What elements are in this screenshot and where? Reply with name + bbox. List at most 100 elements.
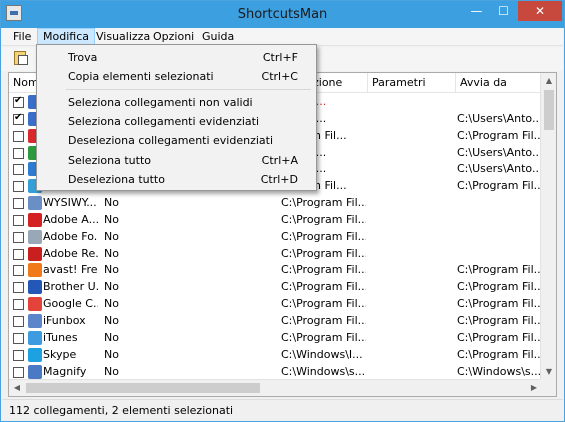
- row-checkbox[interactable]: [13, 147, 24, 159]
- adobe-icon: [28, 212, 42, 227]
- row-checkbox[interactable]: [13, 248, 24, 260]
- name-cell: iTunes: [43, 330, 78, 344]
- menu-item-label: Copia elementi selezionati: [68, 70, 214, 83]
- skype-icon: [28, 347, 42, 362]
- table-row[interactable]: iFunbox No C:\Program Fil... C:\Program Fil…: [9, 313, 542, 330]
- non-valido-cell: No: [104, 347, 119, 361]
- menu-item-copia[interactable]: Copia elementi selezionati Ctrl+C: [39, 68, 314, 86]
- parametri-cell: [367, 262, 452, 279]
- menu-item-trova[interactable]: Trova Ctrl+F: [39, 49, 314, 67]
- row-checkbox[interactable]: [13, 164, 24, 176]
- name-cell: Magnify: [43, 364, 87, 378]
- avvia-da-cell: C:\Program Fil...: [457, 347, 542, 361]
- posizione-cell: C:\Windows\s...: [281, 364, 366, 378]
- name-cell: Brother U...: [43, 280, 98, 294]
- table-row[interactable]: Brother U... No C:\Program Fil... C:\Progra…: [9, 279, 542, 296]
- row-checkbox[interactable]: [13, 349, 24, 361]
- row-checkbox[interactable]: [13, 282, 24, 294]
- menu-separator: [66, 89, 311, 90]
- table-row[interactable]: Adobe A... No C:\Program Fil...: [9, 212, 542, 229]
- row-checkbox[interactable]: [13, 198, 24, 210]
- minimize-button[interactable]: —: [463, 1, 490, 21]
- menu-item-seleziona-tutto[interactable]: Seleziona tutto Ctrl+A: [39, 152, 314, 170]
- name-cell: Adobe A...: [43, 212, 98, 226]
- posizione-cell: C:\Program Fil...: [281, 297, 366, 311]
- parametri-cell: [367, 313, 452, 330]
- menu-item-seleziona-evidenziati[interactable]: Seleziona collegamenti evidenziati: [39, 113, 314, 131]
- scroll-down-icon[interactable]: ▼: [541, 364, 556, 380]
- vertical-scroll-thumb[interactable]: [544, 90, 554, 130]
- avast-icon: [28, 263, 42, 278]
- parametri-cell: [367, 94, 452, 111]
- close-button[interactable]: ✕: [518, 1, 562, 21]
- parametri-cell: [367, 111, 452, 128]
- itunes-icon: [28, 330, 42, 345]
- avvia-da-cell: C:\Program Fil...: [457, 263, 542, 277]
- avvia-da-cell: [457, 229, 542, 246]
- table-row[interactable]: Google C... No C:\Program Fil... C:\Program…: [9, 296, 542, 313]
- name-cell: Google C...: [43, 297, 98, 311]
- parametri-cell: [367, 330, 452, 347]
- row-checkbox[interactable]: [13, 315, 24, 327]
- name-cell: iFunbox: [43, 313, 86, 327]
- menu-item-seleziona-non-validi[interactable]: Seleziona collegamenti non validi: [39, 94, 314, 112]
- menu-item-label: Seleziona collegamenti non validi: [68, 96, 253, 109]
- title-bar[interactable]: ShortcutsMan — ☐ ✕: [1, 1, 564, 28]
- row-checkbox[interactable]: [13, 130, 24, 142]
- scroll-left-icon[interactable]: ◀: [9, 380, 25, 396]
- avvia-da-cell: C:\Program Fil...: [457, 297, 542, 311]
- row-checkbox[interactable]: [13, 231, 24, 243]
- row-checkbox[interactable]: [13, 265, 24, 277]
- row-checkbox[interactable]: [13, 112, 24, 125]
- avvia-da-cell: C:\Program Fil...: [457, 128, 542, 142]
- row-checkbox[interactable]: [13, 332, 24, 344]
- menu-item-shortcut: Ctrl+A: [261, 154, 298, 167]
- menu-item-deseleziona-tutto[interactable]: Deseleziona tutto Ctrl+D: [39, 171, 314, 189]
- avvia-da-cell: C:\Program Fil...: [457, 330, 542, 344]
- posizione-cell: C:\Program Fil...: [281, 330, 366, 344]
- table-row[interactable]: Adobe Fo... No C:\Program Fil...: [9, 229, 542, 246]
- vertical-scrollbar[interactable]: ▲ ▼: [540, 73, 556, 380]
- menu-item-shortcut: Ctrl+C: [261, 70, 298, 83]
- column-header-avvia-da[interactable]: Avvia da: [456, 73, 542, 93]
- name-cell: avast! Fre...: [43, 263, 98, 277]
- posizione-cell: C:\Program Fil...: [281, 212, 366, 226]
- horizontal-scroll-thumb[interactable]: [26, 383, 260, 393]
- properties-icon[interactable]: [12, 50, 30, 68]
- row-checkbox[interactable]: [13, 181, 24, 193]
- row-checkbox[interactable]: [13, 366, 24, 378]
- non-valido-cell: No: [104, 280, 119, 294]
- posizione-cell: C:\Program Fil...: [281, 280, 366, 294]
- column-header-parametri[interactable]: Parametri: [368, 73, 456, 93]
- table-row[interactable]: iTunes No C:\Program Fil... C:\Program Fil.…: [9, 330, 542, 347]
- maximize-button[interactable]: ☐: [490, 1, 517, 21]
- table-row[interactable]: Magnify No C:\Windows\s... C:\Windows\s...: [9, 364, 542, 381]
- menu-item-deseleziona-evidenziati[interactable]: Deseleziona collegamenti evidenziati: [39, 132, 314, 150]
- non-valido-cell: No: [104, 330, 119, 344]
- table-row[interactable]: avast! Fre... No C:\Program Fil... C:\Progr…: [9, 262, 542, 279]
- document-icon: [28, 229, 42, 244]
- table-row[interactable]: Adobe Re... No C:\Program Fil...: [9, 246, 542, 263]
- table-row[interactable]: Skype No C:\Windows\I... C:\Program Fil...: [9, 347, 542, 364]
- table-row[interactable]: WYSIWY... No C:\Program Fil...: [9, 195, 542, 212]
- row-checkbox[interactable]: [13, 214, 24, 226]
- avvia-da-cell: [457, 212, 542, 229]
- scroll-up-icon[interactable]: ▲: [541, 73, 556, 89]
- menu-item-label: Seleziona collegamenti evidenziati: [68, 115, 260, 128]
- menu-file[interactable]: File: [8, 28, 36, 46]
- avvia-da-cell: C:\Users\Anto...: [457, 111, 542, 125]
- row-checkbox[interactable]: [13, 95, 24, 108]
- status-bar: 112 collegamenti, 2 elementi selezionati: [2, 399, 563, 421]
- modifica-dropdown-menu: Trova Ctrl+F Copia elementi selezionati …: [36, 44, 317, 191]
- avvia-da-cell: [457, 94, 542, 111]
- non-valido-cell: No: [104, 196, 119, 210]
- horizontal-scrollbar[interactable]: ◀ ▶: [9, 379, 542, 396]
- parametri-cell: [367, 161, 452, 178]
- posizione-cell: C:\Program Fil...: [281, 313, 366, 327]
- menu-item-label: Deseleziona tutto: [68, 173, 165, 186]
- parametri-cell: [367, 347, 452, 364]
- parametri-cell: [367, 195, 452, 212]
- status-text: 112 collegamenti, 2 elementi selezionati: [9, 404, 234, 417]
- row-checkbox[interactable]: [13, 299, 24, 311]
- non-valido-cell: No: [104, 229, 119, 243]
